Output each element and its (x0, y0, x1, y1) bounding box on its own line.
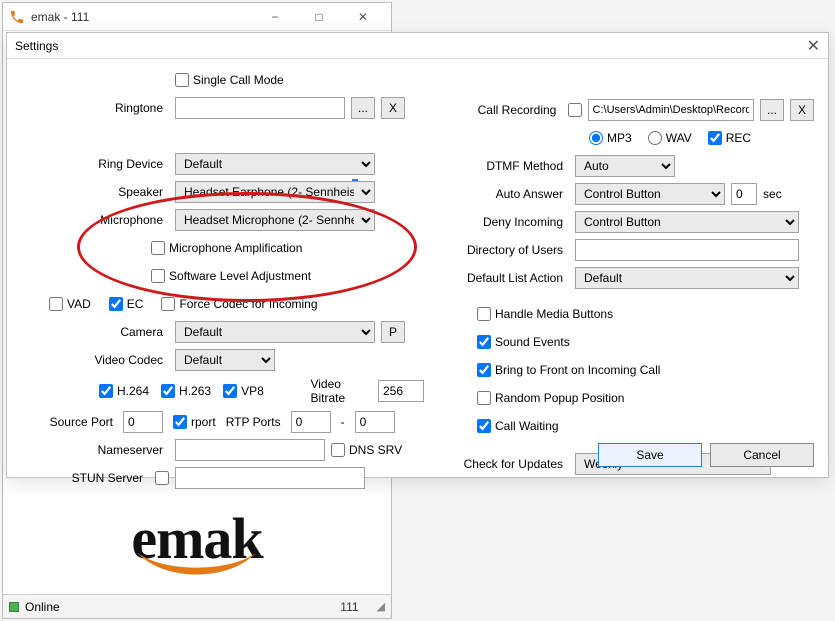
call-recording-checkbox[interactable] (568, 103, 581, 117)
maximize-button[interactable]: □ (297, 3, 341, 31)
settings-title: Settings (15, 39, 58, 53)
rtp-dash: - (341, 415, 345, 429)
vp8-checkbox[interactable]: VP8 (223, 384, 264, 398)
microphone-select[interactable]: Headset Microphone (2- Sennheis (175, 209, 375, 231)
call-recording-label: Call Recording (447, 103, 562, 117)
source-port-input[interactable] (123, 411, 163, 433)
sound-events-checkbox[interactable]: Sound Events (477, 335, 570, 349)
title-bar: emak - 111 − □ ✕ (3, 3, 391, 31)
nameserver-label: Nameserver (19, 443, 169, 457)
camera-preview-button[interactable]: P (381, 321, 405, 343)
ringtone-clear-button[interactable]: X (381, 97, 405, 119)
dialog-buttons: Save Cancel (598, 443, 814, 467)
ec-checkbox[interactable]: EC (109, 297, 144, 311)
resize-grip-icon[interactable]: ◢ (377, 600, 385, 613)
camera-select[interactable]: Default (175, 321, 375, 343)
deny-incoming-label: Deny Incoming (447, 215, 569, 229)
media-buttons-checkbox[interactable]: Handle Media Buttons (477, 307, 613, 321)
nameserver-input[interactable] (175, 439, 325, 461)
default-list-select[interactable]: Default (575, 267, 799, 289)
right-column: Call Recording ... X MP3 WAV REC DTMF Me… (447, 99, 814, 481)
recording-path-input[interactable] (588, 99, 754, 121)
microphone-label: Microphone (19, 213, 169, 227)
updates-label: Check for Updates (447, 457, 569, 471)
dtmf-label: DTMF Method (447, 159, 569, 173)
vad-checkbox[interactable]: VAD (49, 297, 91, 311)
logo: emak (131, 505, 262, 572)
single-call-mode-checkbox[interactable]: Single Call Mode (175, 73, 284, 87)
default-list-label: Default List Action (447, 271, 569, 285)
status-text: Online (25, 600, 60, 614)
dtmf-select[interactable]: Auto (575, 155, 675, 177)
auto-answer-label: Auto Answer (447, 187, 569, 201)
auto-answer-select[interactable]: Control Button (575, 183, 725, 205)
call-waiting-checkbox[interactable]: Call Waiting (477, 419, 559, 433)
stun-label: STUN Server (19, 471, 149, 485)
status-indicator-icon (9, 602, 19, 612)
window-title: emak - 111 (31, 10, 89, 24)
settings-close-button[interactable]: ✕ (807, 36, 820, 56)
save-button[interactable]: Save (598, 443, 702, 467)
camera-label: Camera (19, 325, 169, 339)
phone-icon (9, 9, 25, 25)
mic-amplification-checkbox[interactable]: Microphone Amplification (151, 241, 302, 255)
video-bitrate-label: Video Bitrate (310, 377, 366, 405)
rtp-ports-label: RTP Ports (226, 415, 281, 429)
logo-arc-icon (131, 550, 262, 582)
status-bar: Online 111 ◢ (3, 594, 391, 618)
directory-users-label: Directory of Users (447, 243, 569, 257)
wav-radio[interactable]: WAV (648, 131, 692, 145)
stun-enable-checkbox[interactable] (155, 471, 169, 485)
directory-users-input[interactable] (575, 239, 799, 261)
ringtone-input[interactable] (175, 97, 345, 119)
rtp-port-to-input[interactable] (355, 411, 395, 433)
close-button[interactable]: ✕ (341, 3, 385, 31)
ringtone-browse-button[interactable]: ... (351, 97, 375, 119)
software-level-checkbox[interactable]: Software Level Adjustment (151, 269, 311, 283)
source-port-label: Source Port (19, 415, 113, 429)
bring-front-checkbox[interactable]: Bring to Front on Incoming Call (477, 363, 660, 377)
status-extension: 111 (340, 600, 366, 614)
rport-checkbox[interactable]: rport (173, 415, 216, 429)
minimize-button[interactable]: − (253, 3, 297, 31)
rtp-port-from-input[interactable] (291, 411, 331, 433)
settings-dialog: Settings ✕ Single Call Mode Ringtone ...… (6, 32, 829, 478)
video-codec-label: Video Codec (19, 353, 169, 367)
settings-title-bar: Settings ✕ (7, 33, 828, 59)
speaker-label: Speaker (19, 185, 169, 199)
force-codec-checkbox[interactable]: Force Codec for Incoming (161, 297, 317, 311)
recording-clear-button[interactable]: X (790, 99, 814, 121)
dns-srv-checkbox[interactable]: DNS SRV (331, 443, 402, 457)
recording-browse-button[interactable]: ... (760, 99, 784, 121)
cancel-button[interactable]: Cancel (710, 443, 814, 467)
rec-checkbox[interactable]: REC (708, 131, 751, 145)
sec-label: sec (763, 187, 782, 201)
ring-device-select[interactable]: Default (175, 153, 375, 175)
auto-answer-sec-input[interactable] (731, 183, 757, 205)
stun-server-input[interactable] (175, 467, 365, 489)
left-column: Single Call Mode Ringtone ... X Ring Dev… (19, 69, 424, 495)
mp3-radio[interactable]: MP3 (589, 131, 632, 145)
ringtone-label: Ringtone (19, 101, 169, 115)
ring-device-label: Ring Device (19, 157, 169, 171)
logo-area: emak (3, 483, 391, 594)
h263-checkbox[interactable]: H.263 (161, 384, 211, 398)
deny-incoming-select[interactable]: Control Button (575, 211, 799, 233)
random-popup-checkbox[interactable]: Random Popup Position (477, 391, 624, 405)
speaker-select[interactable]: Headset Earphone (2- Sennheiser (175, 181, 375, 203)
h264-checkbox[interactable]: H.264 (99, 384, 149, 398)
video-bitrate-input[interactable] (378, 380, 424, 402)
video-codec-select[interactable]: Default (175, 349, 275, 371)
